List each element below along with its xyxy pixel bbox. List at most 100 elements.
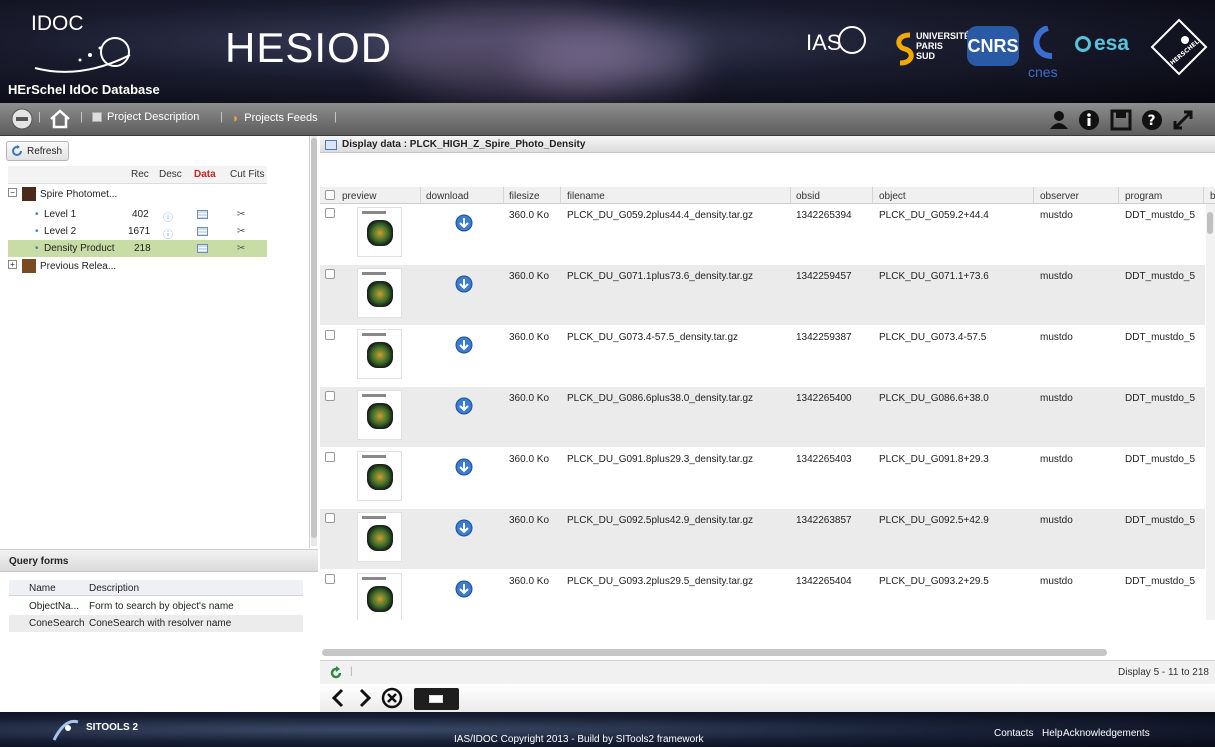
preview-thumbnail[interactable] xyxy=(357,329,402,379)
column-description[interactable]: Description xyxy=(89,583,139,594)
object-cell: PLCK_DU_G073.4-57.5 xyxy=(879,332,987,343)
scrollbar-thumb[interactable] xyxy=(311,138,317,538)
tree-node-previous-release[interactable]: + Previous Relea... xyxy=(8,258,267,275)
column-name[interactable]: Name xyxy=(29,583,56,594)
query-forms-header: Name Description xyxy=(9,580,303,596)
preview-thumbnail[interactable] xyxy=(357,512,402,562)
help-link[interactable]: Help xyxy=(1042,728,1063,739)
description-icon[interactable]: ⓘ xyxy=(163,209,173,224)
preview-thumbnail[interactable] xyxy=(357,390,402,440)
preview-thumbnail[interactable] xyxy=(357,451,402,501)
download-icon[interactable] xyxy=(455,580,473,598)
grid-horizontal-scrollbar[interactable] xyxy=(322,649,1107,656)
table-row[interactable]: 360.0 Ko PLCK_DU_G093.2plus29.5_density.t… xyxy=(320,570,1205,620)
help-icon[interactable]: ? xyxy=(1141,109,1163,131)
maximize-icon[interactable] xyxy=(1172,109,1194,131)
table-row[interactable]: 360.0 Ko PLCK_DU_G071.1plus73.6_density.t… xyxy=(320,265,1205,325)
download-icon[interactable] xyxy=(455,397,473,415)
contacts-link[interactable]: Contacts xyxy=(994,728,1033,739)
tree-node-density-product[interactable]: • Density Product 218 ✂ xyxy=(8,240,267,257)
filename-cell: PLCK_DU_G059.2plus44.4_density.tar.gz xyxy=(567,210,754,221)
select-all-checkbox[interactable] xyxy=(325,190,335,200)
tree-scrollbar[interactable] xyxy=(311,136,317,546)
home-icon[interactable] xyxy=(49,108,71,130)
column-observer[interactable]: observer xyxy=(1040,191,1079,202)
data-grid-icon[interactable] xyxy=(197,210,208,219)
obsid-cell: 1342265404 xyxy=(796,576,852,587)
desktop-window-tab[interactable] xyxy=(414,688,459,710)
download-icon[interactable] xyxy=(455,336,473,354)
row-checkbox[interactable] xyxy=(325,574,335,584)
column-download[interactable]: download xyxy=(426,191,469,202)
column-filename[interactable]: filename xyxy=(567,191,605,202)
table-row[interactable]: 360.0 Ko PLCK_DU_G073.4-57.5_density.tar.… xyxy=(320,326,1205,386)
user-icon[interactable] xyxy=(1048,109,1070,131)
refresh-button[interactable]: Refresh xyxy=(6,141,69,161)
query-form-row[interactable]: ObjectNa... Form to search by object's n… xyxy=(9,598,303,615)
column-filesize[interactable]: filesize xyxy=(509,191,540,202)
download-icon[interactable] xyxy=(455,519,473,537)
object-cell: PLCK_DU_G086.6+38.0 xyxy=(879,393,989,404)
rss-icon: ◗ xyxy=(232,111,240,125)
project-description-link[interactable]: Project Description xyxy=(92,111,199,123)
cut-fits-icon[interactable]: ✂ xyxy=(237,226,245,237)
data-grid-icon[interactable] xyxy=(197,244,208,253)
nebula-decoration xyxy=(520,30,700,90)
tree-node-spire-photometry[interactable]: − Spire Photomet... xyxy=(8,186,267,203)
data-grid-icon[interactable] xyxy=(197,227,208,236)
filesize-cell: 360.0 Ko xyxy=(509,271,550,282)
release-thumbnail-icon xyxy=(22,259,36,273)
info-icon[interactable] xyxy=(1078,109,1100,131)
expand-icon[interactable]: + xyxy=(8,260,17,269)
grid-vertical-scrollbar[interactable] xyxy=(1206,204,1215,620)
ias-logo: IAS xyxy=(806,26,866,56)
disconnect-icon[interactable] xyxy=(11,108,33,130)
row-checkbox[interactable] xyxy=(325,513,335,523)
row-checkbox[interactable] xyxy=(325,208,335,218)
preview-thumbnail[interactable] xyxy=(357,268,402,318)
download-icon[interactable] xyxy=(455,275,473,293)
column-data[interactable]: Data xyxy=(194,169,216,180)
save-icon[interactable] xyxy=(1110,109,1132,131)
cut-fits-icon[interactable]: ✂ xyxy=(237,209,245,220)
grid-paging-bar: | Display 5 - 11 to 218 xyxy=(320,660,1215,684)
column-object[interactable]: object xyxy=(879,191,906,202)
table-row[interactable]: 360.0 Ko PLCK_DU_G086.6plus38.0_density.t… xyxy=(320,387,1205,447)
collapse-icon[interactable]: − xyxy=(8,188,17,197)
column-obsid[interactable]: obsid xyxy=(796,191,820,202)
scrollbar-thumb[interactable] xyxy=(1207,212,1213,234)
column-rec[interactable]: Rec xyxy=(131,169,149,180)
column-cut-fits[interactable]: Cut Fits xyxy=(230,169,264,180)
table-row[interactable]: 360.0 Ko PLCK_DU_G059.2plus44.4_density.t… xyxy=(320,204,1205,264)
query-form-row[interactable]: ConeSearch ConeSearch with resolver name xyxy=(9,615,303,632)
preview-thumbnail[interactable] xyxy=(357,207,402,257)
table-row[interactable]: 360.0 Ko PLCK_DU_G091.8plus29.3_density.t… xyxy=(320,448,1205,508)
sitools-swirl-icon xyxy=(52,719,79,741)
row-checkbox[interactable] xyxy=(325,391,335,401)
column-program[interactable]: program xyxy=(1125,191,1162,202)
column-desc[interactable]: Desc xyxy=(159,169,182,180)
database-title: HErSchel IdOc Database xyxy=(8,82,160,97)
table-row[interactable]: 360.0 Ko PLCK_DU_G092.5plus42.9_density.t… xyxy=(320,509,1205,569)
download-icon[interactable] xyxy=(455,214,473,232)
cut-fits-icon[interactable]: ✂ xyxy=(237,243,245,254)
column-preview[interactable]: preview xyxy=(342,191,376,202)
description-icon[interactable]: ⓘ xyxy=(163,226,173,241)
tree-node-level-2[interactable]: • Level 2 1671 ⓘ ✂ xyxy=(8,223,267,241)
row-checkbox[interactable] xyxy=(325,452,335,462)
next-icon[interactable] xyxy=(353,687,375,709)
acknowledgements-link[interactable]: Acknowledgements xyxy=(1063,728,1150,739)
previous-icon[interactable] xyxy=(328,687,350,709)
tree-node-label: Density Product xyxy=(44,243,115,254)
row-checkbox[interactable] xyxy=(325,330,335,340)
close-all-icon[interactable] xyxy=(381,687,403,709)
row-checkbox[interactable] xyxy=(325,269,335,279)
tree-node-level-1[interactable]: • Level 1 402 ⓘ ✂ xyxy=(8,206,267,224)
query-form-name: ConeSearch xyxy=(29,618,85,629)
reload-icon[interactable] xyxy=(329,666,343,680)
preview-thumbnail[interactable] xyxy=(357,573,402,620)
projects-feeds-link[interactable]: ◗ Projects Feeds xyxy=(232,111,318,125)
column-b[interactable]: b xyxy=(1210,191,1215,202)
upsud-logo: UNIVERSITÉ PARIS SUD xyxy=(896,27,970,71)
download-icon[interactable] xyxy=(455,458,473,476)
